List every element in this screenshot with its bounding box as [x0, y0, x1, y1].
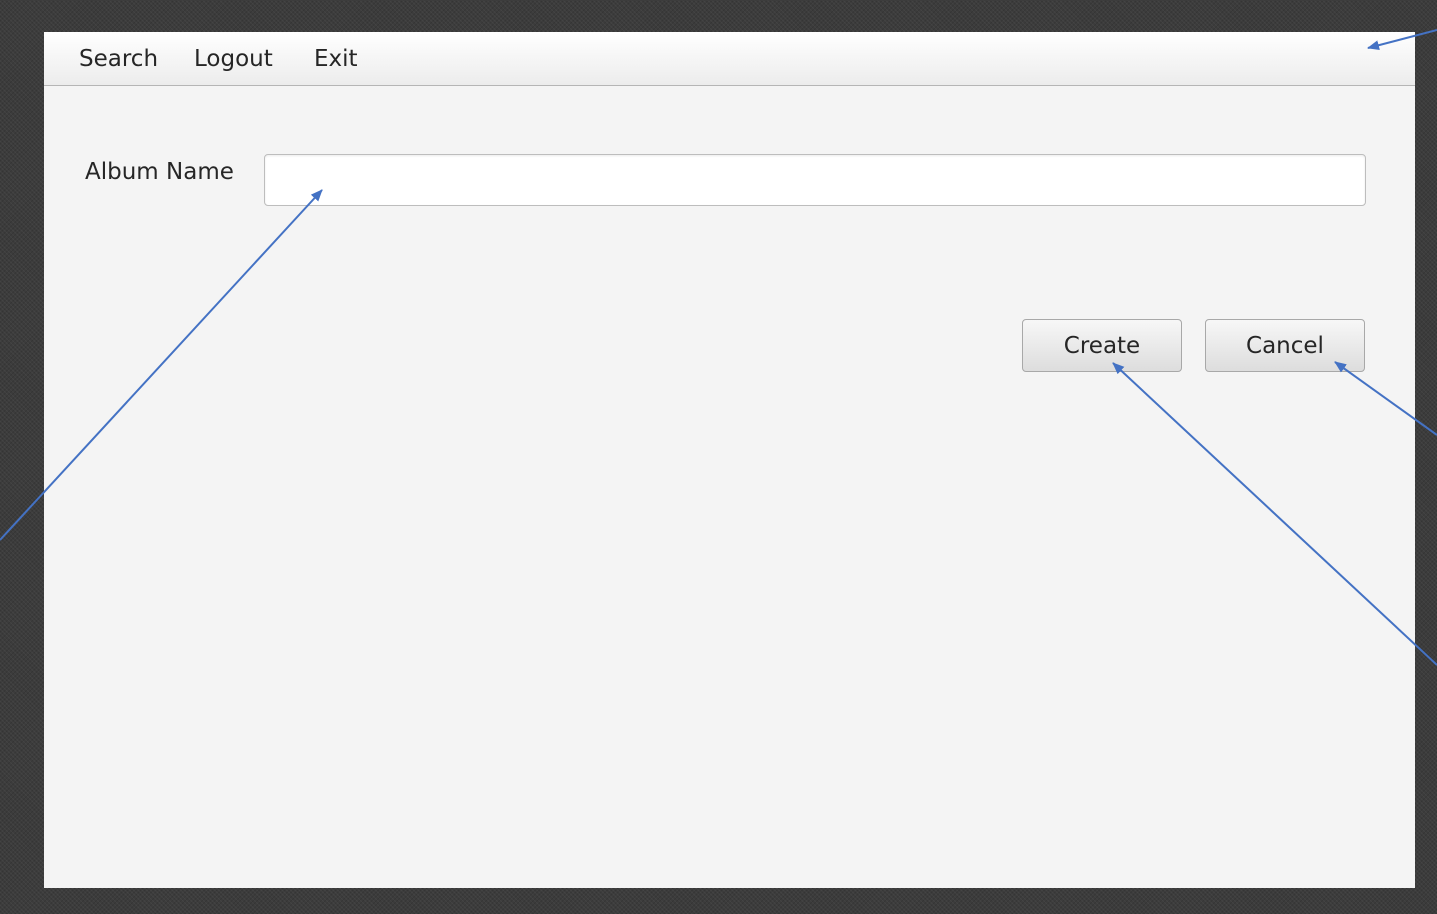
album-name-label: Album Name — [85, 159, 234, 185]
cancel-button[interactable]: Cancel — [1205, 319, 1365, 372]
menu-logout[interactable]: Logout — [194, 44, 273, 74]
menu-search[interactable]: Search — [79, 44, 158, 74]
album-name-input[interactable] — [264, 154, 1366, 206]
menu-exit[interactable]: Exit — [314, 44, 358, 74]
menu-bar: Search Logout Exit — [44, 32, 1415, 86]
create-album-window: Search Logout Exit Album Name Create Can… — [44, 32, 1415, 888]
create-button[interactable]: Create — [1022, 319, 1182, 372]
